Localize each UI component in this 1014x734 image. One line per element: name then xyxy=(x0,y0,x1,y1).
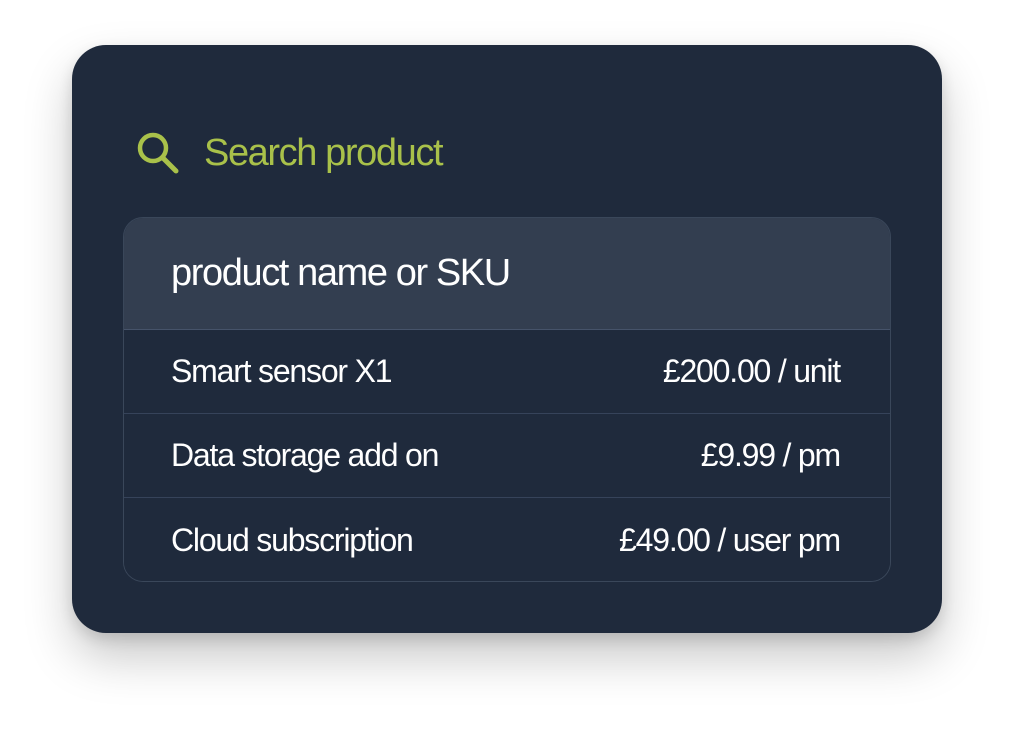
search-input-placeholder: product name or SKU xyxy=(171,252,511,294)
search-header: Search product xyxy=(134,129,444,177)
product-price: £200.00 / unit xyxy=(662,353,841,389)
search-product-card: Search product product name or SKU Smart… xyxy=(72,45,942,633)
product-name: Cloud subscription xyxy=(171,521,414,558)
product-name: Data storage add on xyxy=(171,437,439,473)
search-input[interactable]: product name or SKU xyxy=(124,218,890,330)
list-item[interactable]: Smart sensor X1 £200.00 / unit xyxy=(124,330,890,414)
product-name: Smart sensor X1 xyxy=(171,353,393,389)
search-icon xyxy=(134,129,182,177)
list-item[interactable]: Cloud subscription £49.00 / user pm xyxy=(124,498,890,581)
product-price: £49.00 / user pm xyxy=(619,521,841,558)
search-panel: product name or SKU Smart sensor X1 £200… xyxy=(123,217,891,582)
list-item[interactable]: Data storage add on £9.99 / pm xyxy=(124,414,890,498)
search-title: Search product xyxy=(204,132,444,174)
product-price: £9.99 / pm xyxy=(700,437,841,473)
